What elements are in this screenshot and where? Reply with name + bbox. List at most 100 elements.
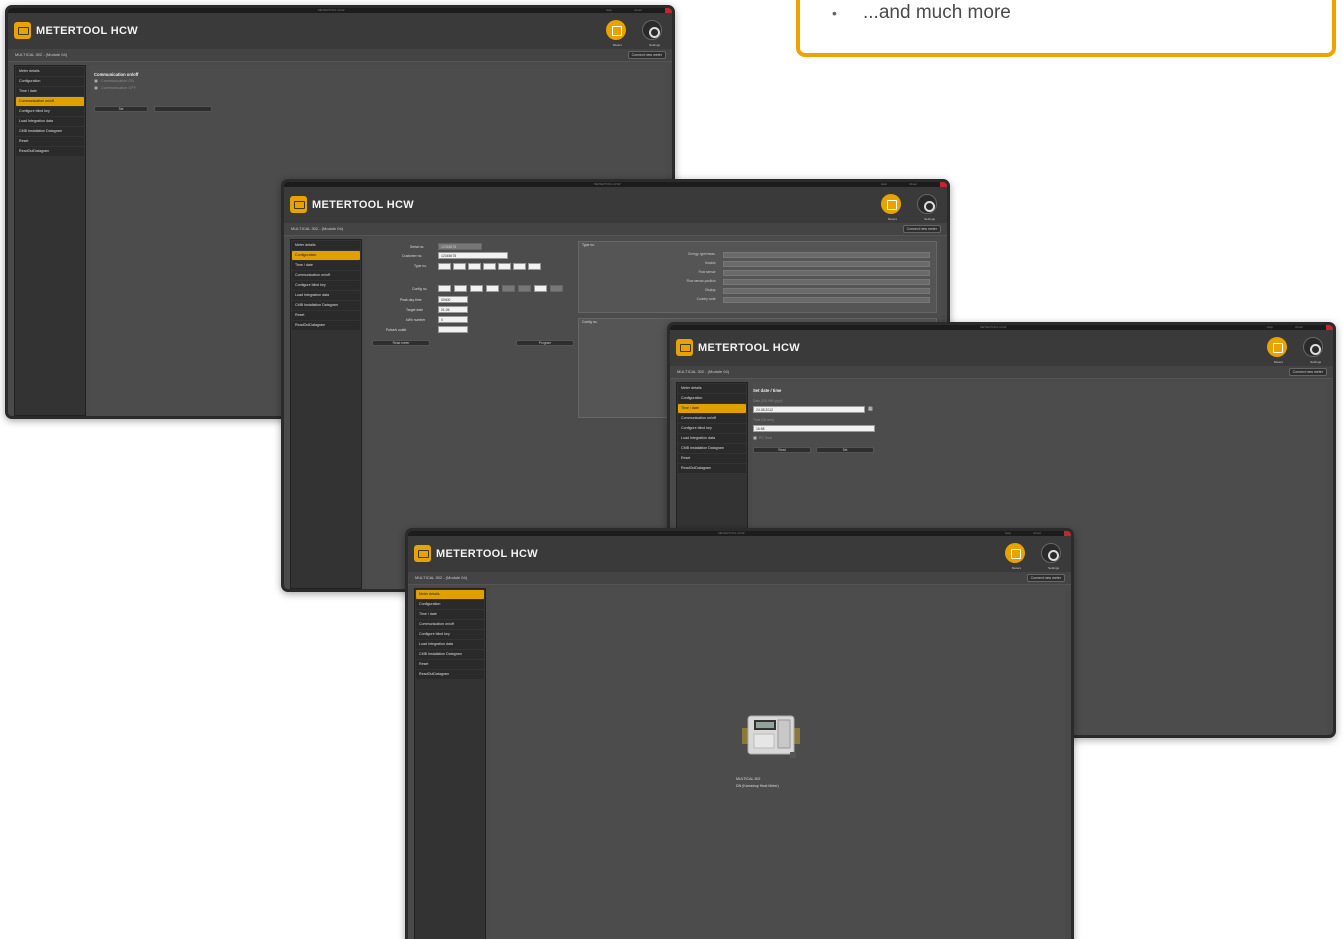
sidebar-item-time-date[interactable]: Time / date [292,261,360,270]
sidebar-item-meter-details[interactable]: Meter details [416,590,484,599]
settings-button[interactable] [917,194,937,214]
sidebar-item-blind-key[interactable]: Configure blind key [292,281,360,290]
read-button[interactable]: Read [753,447,811,453]
about-link[interactable]: About [1295,325,1303,329]
set-button[interactable]: Set [94,106,148,112]
sidebar-item-communication[interactable]: Communication on/off [292,271,360,280]
sidebar-item-load-integration[interactable]: Load Integration data [16,117,84,126]
sidebar-item-blind-key[interactable]: Configure blind key [416,630,484,639]
config-no-seg-4[interactable] [486,285,499,292]
sidebar-item-load-integration[interactable]: Load Integration data [678,434,746,443]
sidebar-item-load-integration[interactable]: Load Integration data [416,640,484,649]
connect-new-meter-button[interactable]: Connect new meter [902,225,941,233]
sidebar-item-readout[interactable]: ReadOutDatagram [292,321,360,330]
config-no-seg-1[interactable] [438,285,451,292]
program-button[interactable]: Program [516,340,574,346]
radio-comm-on[interactable] [94,79,98,83]
time-field[interactable]: 16:58 [753,425,875,432]
sidebar-item-cmb-datagram[interactable]: CMB Installation Datagram [16,127,84,136]
sidebar-item-blind-key[interactable]: Configure blind key [678,424,746,433]
date-field[interactable]: 24.08.2012 [753,406,865,413]
config-no-seg-2[interactable] [454,285,467,292]
sidebar-item-time-date[interactable]: Time / date [16,87,84,96]
type-no-seg-7[interactable] [528,263,541,270]
pc-time-checkbox[interactable] [753,436,757,440]
config-no-seg-7[interactable] [534,285,547,292]
meter-id: MULTICAL 302 - (Module 04) [677,369,730,374]
type-no-seg-1[interactable] [438,263,451,270]
connect-new-meter-button[interactable]: Connect new meter [627,51,666,59]
bullet: • [832,5,837,21]
connect-new-meter-button[interactable]: Connect new meter [1288,368,1327,376]
app-logo-icon [414,545,431,562]
customer-no-field[interactable]: 12345678 [438,252,508,259]
meters-button[interactable] [1005,543,1025,563]
sidebar-item-communication[interactable]: Communication on/off [416,620,484,629]
feature-callout: • ...and much more [796,0,1336,57]
kwh-number-field[interactable]: 0 [438,316,468,323]
pulse-outlet-field[interactable] [438,326,468,333]
sidebar-item-reset[interactable]: Reset [678,454,746,463]
secondary-button[interactable] [154,106,212,112]
help-link[interactable]: Help [606,8,612,12]
about-link[interactable]: About [1033,531,1041,535]
sidebar-item-readout[interactable]: ReadOutDatagram [678,464,746,473]
section-heading: Set date / time [753,388,782,393]
sidebar-item-blind-key[interactable]: Configure blind key [16,107,84,116]
set-button[interactable]: Set [816,447,874,453]
about-link[interactable]: About [634,8,642,12]
type-no-seg-3[interactable] [468,263,481,270]
type-no-seg-5[interactable] [498,263,511,270]
config-no-seg-3[interactable] [470,285,483,292]
radio-comm-off[interactable] [94,86,98,90]
sidebar-item-cmb-datagram[interactable]: CMB Installation Datagram [292,301,360,310]
device-subtitle: DN (Kamstrup Heat Meter) [736,784,779,788]
settings-button[interactable] [642,20,662,40]
content-area: MULTICAL 302 DN (Kamstrup Heat Meter) [490,588,1065,939]
settings-button[interactable] [1303,337,1323,357]
sidebar-item-communication[interactable]: Communication on/off [16,97,84,106]
app-title: METERTOOL HCW [436,548,538,560]
sidebar: Meter details Configuration Time / date … [414,588,486,939]
meters-label: Meters [1273,360,1283,364]
read-meter-button[interactable]: Read meter [372,340,430,346]
sidebar-item-time-date[interactable]: Time / date [678,404,746,413]
meters-button[interactable] [881,194,901,214]
type-no-seg-6[interactable] [513,263,526,270]
sidebar-item-readout[interactable]: ReadOutDatagram [416,670,484,679]
help-link[interactable]: Help [881,182,887,186]
help-link[interactable]: Help [1267,325,1273,329]
connect-new-meter-button[interactable]: Connect new meter [1026,574,1065,582]
help-link[interactable]: Help [1005,531,1011,535]
sidebar-item-reset[interactable]: Reset [16,137,84,146]
sidebar-item-time-date[interactable]: Time / date [416,610,484,619]
peak-day-time-field[interactable]: 00h00 [438,296,468,303]
target-date-field[interactable]: 01.06 [438,306,468,313]
sidebar-item-cmb-datagram[interactable]: CMB Installation Datagram [416,650,484,659]
type-no-seg-2[interactable] [453,263,466,270]
sidebar: Meter details Configuration Time / date … [290,239,362,589]
sidebar-item-meter-details[interactable]: Meter details [292,241,360,250]
sidebar-item-configuration[interactable]: Configuration [678,394,746,403]
sidebar-item-meter-details[interactable]: Meter details [16,67,84,76]
sidebar-item-configuration[interactable]: Configuration [292,251,360,260]
meters-button[interactable] [606,20,626,40]
type-no-seg-4[interactable] [483,263,496,270]
panel-row: Country code [583,297,932,303]
settings-button[interactable] [1041,543,1061,563]
sidebar-item-meter-details[interactable]: Meter details [678,384,746,393]
meters-button[interactable] [1267,337,1287,357]
sidebar-item-communication[interactable]: Communication on/off [678,414,746,423]
sidebar-item-reset[interactable]: Reset [292,311,360,320]
about-link[interactable]: About [909,182,917,186]
settings-label: Settings [1310,360,1321,364]
sidebar-item-cmb-datagram[interactable]: CMB Installation Datagram [678,444,746,453]
sidebar-item-reset[interactable]: Reset [416,660,484,669]
serial-no-field: 12345678 [438,243,482,250]
calendar-icon[interactable]: ▦ [868,406,873,412]
sidebar-item-readout[interactable]: ReadOutDatagram [16,147,84,156]
sidebar-item-load-integration[interactable]: Load Integration data [292,291,360,300]
meter-bar: MULTICAL 302 - (Module 04) Connect new m… [284,223,947,236]
sidebar-item-configuration[interactable]: Configuration [16,77,84,86]
sidebar-item-configuration[interactable]: Configuration [416,600,484,609]
